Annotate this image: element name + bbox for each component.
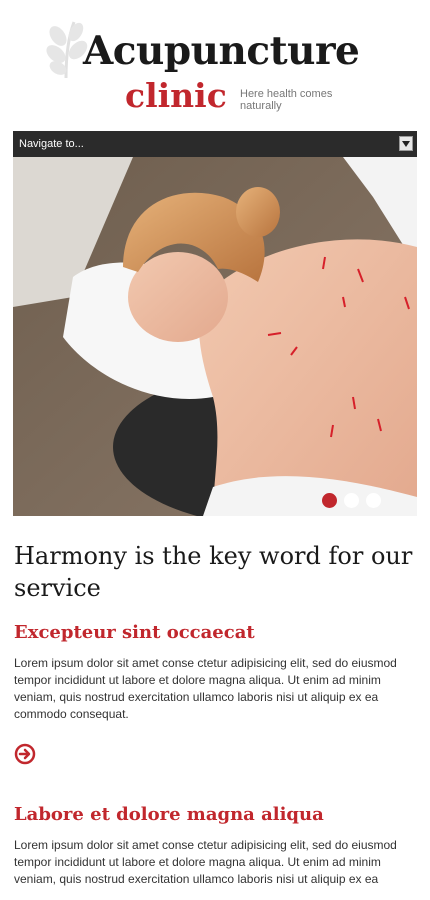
section-title: Excepteur sint occaecat [14, 622, 255, 643]
logo-title[interactable]: Acupuncture [83, 32, 360, 71]
tagline: Here health comes naturally [240, 88, 333, 112]
header: Acupuncture clinic Here health comes nat… [0, 0, 430, 130]
main-content: Harmony is the key word for our service … [14, 540, 416, 888]
slider-dot-2[interactable] [344, 493, 359, 508]
page-headline: Harmony is the key word for our service [14, 542, 413, 602]
chevron-down-icon[interactable] [399, 136, 413, 151]
section-2: Labore et dolore magna aliqua Lorem ipsu… [14, 803, 416, 888]
slider-dot-3[interactable] [366, 493, 381, 508]
section-body: Lorem ipsum dolor sit amet conse ctetur … [14, 656, 397, 721]
logo-subtitle[interactable]: clinic [125, 79, 227, 112]
section-1: Excepteur sint occaecat Lorem ipsum dolo… [14, 621, 416, 765]
leaf-icon [46, 21, 88, 79]
navigate-select[interactable]: Navigate to... [13, 131, 417, 157]
slider-dot-1[interactable] [322, 493, 337, 508]
arrow-right-circle-icon[interactable] [14, 743, 36, 765]
section-title: Labore et dolore magna aliqua [14, 804, 324, 825]
navigate-select-label: Navigate to... [19, 138, 84, 150]
slider-pagination [322, 493, 381, 508]
image-slider[interactable] [13, 157, 417, 516]
section-body: Lorem ipsum dolor sit amet conse ctetur … [14, 838, 397, 886]
slide-image [13, 157, 417, 516]
